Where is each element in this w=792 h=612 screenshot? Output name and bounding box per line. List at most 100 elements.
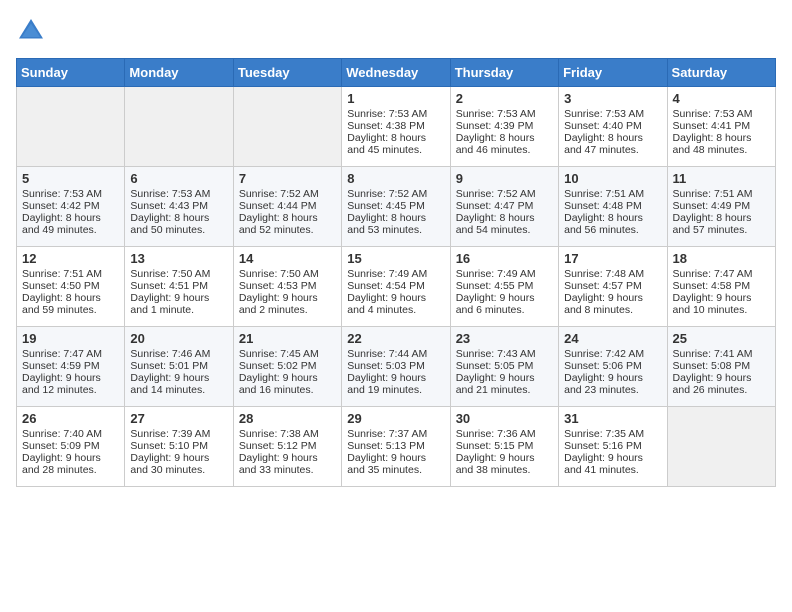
sunset: Sunset: 5:15 PM xyxy=(456,440,534,452)
sunrise: Sunrise: 7:53 AM xyxy=(347,108,427,120)
day-number: 10 xyxy=(564,171,661,186)
calendar-header: SundayMondayTuesdayWednesdayThursdayFrid… xyxy=(17,59,776,87)
page-header xyxy=(16,16,776,46)
daylight: Daylight: 9 hours and 21 minutes. xyxy=(456,372,535,396)
daylight: Daylight: 9 hours and 35 minutes. xyxy=(347,452,426,476)
sunrise: Sunrise: 7:50 AM xyxy=(130,268,210,280)
sunrise: Sunrise: 7:39 AM xyxy=(130,428,210,440)
sunrise: Sunrise: 7:45 AM xyxy=(239,348,319,360)
sunrise: Sunrise: 7:46 AM xyxy=(130,348,210,360)
week-row-4: 19Sunrise: 7:47 AMSunset: 4:59 PMDayligh… xyxy=(17,327,776,407)
sunset: Sunset: 5:09 PM xyxy=(22,440,100,452)
day-cell: 17 Sunrise: 7:48 AMSunset: 4:57 PMDayligh… xyxy=(559,247,667,327)
sunrise: Sunrise: 7:48 AM xyxy=(564,268,644,280)
daylight: Daylight: 9 hours and 4 minutes. xyxy=(347,292,426,316)
week-row-5: 26Sunrise: 7:40 AMSunset: 5:09 PMDayligh… xyxy=(17,407,776,487)
day-number: 23 xyxy=(456,331,553,346)
day-cell: 20Sunrise: 7:46 AMSunset: 5:01 PMDayligh… xyxy=(125,327,233,407)
day-cell: 5Sunrise: 7:53 AMSunset: 4:42 PMDaylight… xyxy=(17,167,125,247)
sunrise: Sunrise: 7:53 AM xyxy=(456,108,536,120)
day-cell: 31Sunrise: 7:35 AMSunset: 5:16 PMDayligh… xyxy=(559,407,667,487)
day-number: 4 xyxy=(673,91,770,106)
sunrise: Sunrise: 7:43 AM xyxy=(456,348,536,360)
sunrise: Sunrise: 7:47 AM xyxy=(673,268,753,280)
sunset: Sunset: 4:47 PM xyxy=(456,200,534,212)
sunset: Sunset: 5:12 PM xyxy=(239,440,317,452)
daylight: Daylight: 9 hours and 2 minutes. xyxy=(239,292,318,316)
sunrise: Sunrise: 7:41 AM xyxy=(673,348,753,360)
sunrise: Sunrise: 7:53 AM xyxy=(564,108,644,120)
daylight: Daylight: 9 hours and 33 minutes. xyxy=(239,452,318,476)
day-cell: 26Sunrise: 7:40 AMSunset: 5:09 PMDayligh… xyxy=(17,407,125,487)
daylight: Daylight: 8 hours and 45 minutes. xyxy=(347,132,426,156)
sunrise: Sunrise: 7:53 AM xyxy=(130,188,210,200)
sunset: Sunset: 5:08 PM xyxy=(673,360,751,372)
day-cell: 18Sunrise: 7:47 AMSunset: 4:58 PMDayligh… xyxy=(667,247,775,327)
sunrise: Sunrise: 7:50 AM xyxy=(239,268,319,280)
day-cell xyxy=(667,407,775,487)
sunrise: Sunrise: 7:53 AM xyxy=(22,188,102,200)
daylight: Daylight: 8 hours and 56 minutes. xyxy=(564,212,643,236)
day-cell: 23Sunrise: 7:43 AMSunset: 5:05 PMDayligh… xyxy=(450,327,558,407)
day-cell: 7Sunrise: 7:52 AMSunset: 4:44 PMDaylight… xyxy=(233,167,341,247)
day-number: 3 xyxy=(564,91,661,106)
sunset: Sunset: 4:42 PM xyxy=(22,200,100,212)
day-cell: 3Sunrise: 7:53 AMSunset: 4:40 PMDaylight… xyxy=(559,87,667,167)
day-number: 20 xyxy=(130,331,227,346)
day-cell: 28 Sunrise: 7:38 AMSunset: 5:12 PMDayligh… xyxy=(233,407,341,487)
sunset: Sunset: 5:01 PM xyxy=(130,360,208,372)
daylight: Daylight: 9 hours and 16 minutes. xyxy=(239,372,318,396)
sunset: Sunset: 4:45 PM xyxy=(347,200,425,212)
sunrise: Sunrise: 7:42 AM xyxy=(564,348,644,360)
header-day-friday: Friday xyxy=(559,59,667,87)
day-cell: 9Sunrise: 7:52 AMSunset: 4:47 PMDaylight… xyxy=(450,167,558,247)
daylight: Daylight: 9 hours and 23 minutes. xyxy=(564,372,643,396)
day-number: 30 xyxy=(456,411,553,426)
day-cell: 29Sunrise: 7:37 AMSunset: 5:13 PMDayligh… xyxy=(342,407,450,487)
daylight: Daylight: 8 hours and 52 minutes. xyxy=(239,212,318,236)
day-cell: 16Sunrise: 7:49 AMSunset: 4:55 PMDayligh… xyxy=(450,247,558,327)
sunset: Sunset: 4:53 PM xyxy=(239,280,317,292)
day-cell: 25Sunrise: 7:41 AMSunset: 5:08 PMDayligh… xyxy=(667,327,775,407)
sunset: Sunset: 5:13 PM xyxy=(347,440,425,452)
day-number: 17 xyxy=(564,251,661,266)
daylight: Daylight: 8 hours and 59 minutes. xyxy=(22,292,101,316)
sunset: Sunset: 4:55 PM xyxy=(456,280,534,292)
sunrise: Sunrise: 7:51 AM xyxy=(673,188,753,200)
day-number: 7 xyxy=(239,171,336,186)
week-row-1: 1Sunrise: 7:53 AMSunset: 4:38 PMDaylight… xyxy=(17,87,776,167)
daylight: Daylight: 9 hours and 41 minutes. xyxy=(564,452,643,476)
sunrise: Sunrise: 7:36 AM xyxy=(456,428,536,440)
sunrise: Sunrise: 7:44 AM xyxy=(347,348,427,360)
sunset: Sunset: 4:54 PM xyxy=(347,280,425,292)
sunrise: Sunrise: 7:52 AM xyxy=(456,188,536,200)
day-cell: 13Sunrise: 7:50 AMSunset: 4:51 PMDayligh… xyxy=(125,247,233,327)
header-day-monday: Monday xyxy=(125,59,233,87)
sunset: Sunset: 4:38 PM xyxy=(347,120,425,132)
day-number: 19 xyxy=(22,331,119,346)
day-cell xyxy=(125,87,233,167)
sunset: Sunset: 4:57 PM xyxy=(564,280,642,292)
day-number: 21 xyxy=(239,331,336,346)
day-cell xyxy=(233,87,341,167)
sunset: Sunset: 4:58 PM xyxy=(673,280,751,292)
daylight: Daylight: 9 hours and 8 minutes. xyxy=(564,292,643,316)
daylight: Daylight: 8 hours and 46 minutes. xyxy=(456,132,535,156)
sunrise: Sunrise: 7:38 AM xyxy=(239,428,319,440)
day-cell xyxy=(17,87,125,167)
day-cell: 15Sunrise: 7:49 AMSunset: 4:54 PMDayligh… xyxy=(342,247,450,327)
day-number: 5 xyxy=(22,171,119,186)
header-day-wednesday: Wednesday xyxy=(342,59,450,87)
sunset: Sunset: 4:48 PM xyxy=(564,200,642,212)
sunrise: Sunrise: 7:49 AM xyxy=(456,268,536,280)
day-cell: 12Sunrise: 7:51 AMSunset: 4:50 PMDayligh… xyxy=(17,247,125,327)
day-number: 16 xyxy=(456,251,553,266)
day-number: 22 xyxy=(347,331,444,346)
day-number: 28 xyxy=(239,411,336,426)
daylight: Daylight: 9 hours and 26 minutes. xyxy=(673,372,752,396)
daylight: Daylight: 9 hours and 1 minute. xyxy=(130,292,209,316)
sunrise: Sunrise: 7:35 AM xyxy=(564,428,644,440)
sunrise: Sunrise: 7:37 AM xyxy=(347,428,427,440)
sunset: Sunset: 5:02 PM xyxy=(239,360,317,372)
day-number: 27 xyxy=(130,411,227,426)
